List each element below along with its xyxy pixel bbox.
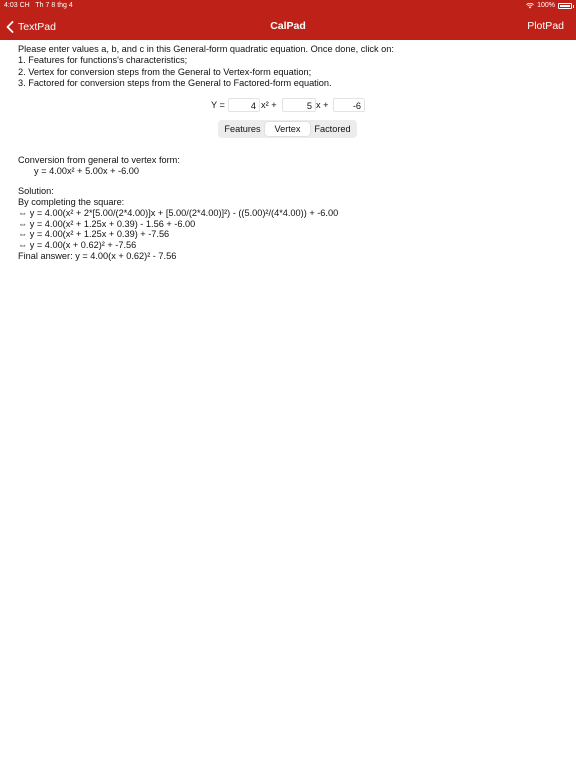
page-title: CalPad <box>270 20 306 32</box>
tab-factored[interactable]: Factored <box>310 122 355 136</box>
coefficient-c-input[interactable]: -6 <box>333 98 365 112</box>
result-equation: y = 4.00x² + 5.00x + -6.00 <box>34 165 139 176</box>
solution-method: By completing the square: <box>18 197 125 208</box>
status-time: 4:03 CH <box>4 2 30 9</box>
result-heading: Conversion from general to vertex form: <box>18 155 180 165</box>
instruction-line: 2. Vertex for conversion steps from the … <box>18 66 312 77</box>
mode-segmented-control: Features Vertex Factored <box>218 120 357 138</box>
x-term: x + <box>316 100 329 110</box>
solution-label: Solution: <box>18 186 54 197</box>
coefficient-a-input[interactable]: 4 <box>228 98 260 112</box>
result-output: Conversion from general to vertex form: … <box>18 155 558 261</box>
instruction-line: Please enter values a, b, and c in this … <box>18 44 394 54</box>
top-bar: 4:03 CH Th 7 8 thg 4 100% TextPad CalPad… <box>0 0 576 40</box>
x-squared-term: x² + <box>261 100 277 110</box>
navigation-bar: TextPad CalPad PlotPad <box>0 14 576 38</box>
equation-input-row: Y = 4 x² + 5 x + -6 <box>0 98 576 114</box>
battery-icon <box>558 3 574 9</box>
status-date: Th 7 8 thg 4 <box>35 2 73 9</box>
status-bar: 4:03 CH Th 7 8 thg 4 100% <box>0 0 576 12</box>
status-right: 100% <box>526 0 574 12</box>
coefficient-b-input[interactable]: 5 <box>282 98 316 112</box>
wifi-icon <box>526 3 534 9</box>
final-answer: Final answer: y = 4.00(x + 0.62)² - 7.56 <box>18 250 177 261</box>
solution-step: ⇔ y = 4.00(x² + 2*[5.00/(2*4.00)]x + [5.… <box>18 207 339 218</box>
instruction-line: 1. Features for functions's characterist… <box>18 55 188 66</box>
status-time-date: 4:03 CH Th 7 8 thg 4 <box>4 0 73 12</box>
tab-vertex[interactable]: Vertex <box>265 122 310 136</box>
solution-step: ⇔ y = 4.00(x + 0.62)² + -7.56 <box>18 239 137 250</box>
tab-features[interactable]: Features <box>220 122 265 136</box>
plotpad-button[interactable]: PlotPad <box>527 20 564 32</box>
instruction-line: 3. Factored for conversion steps from th… <box>18 78 332 89</box>
instructions: Please enter values a, b, and c in this … <box>18 44 558 90</box>
battery-percent: 100% <box>537 2 555 9</box>
y-label: Y = <box>211 100 225 110</box>
solution-step: ⇔ y = 4.00(x² + 1.25x + 0.39) + -7.56 <box>18 229 170 240</box>
solution-step: ⇔ y = 4.00(x² + 1.25x + 0.39) - 1.56 + -… <box>18 218 196 229</box>
